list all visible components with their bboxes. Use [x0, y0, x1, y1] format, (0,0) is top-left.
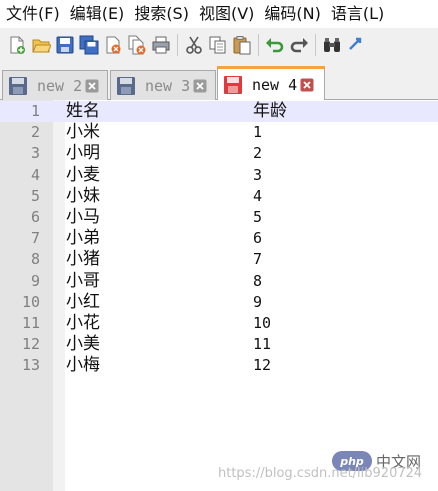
editor-line[interactable]: 8 小猪 7 — [0, 249, 438, 270]
toolbar — [0, 28, 438, 62]
name-cell: 小梅 — [66, 355, 100, 376]
undo-icon[interactable] — [263, 33, 287, 57]
replace-icon[interactable] — [344, 33, 368, 57]
editor-line[interactable]: 12 小美 11 — [0, 334, 438, 355]
line-number: 4 — [30, 165, 40, 184]
unsaved-file-icon — [224, 76, 242, 94]
age-cell: 11 — [253, 335, 272, 354]
editor-line[interactable]: 7 小弟 6 — [0, 228, 438, 249]
name-cell: 小弟 — [66, 228, 100, 249]
tab-close-icon[interactable] — [193, 79, 207, 93]
redo-icon[interactable] — [287, 33, 311, 57]
print-icon[interactable] — [149, 33, 173, 57]
menu-file[interactable]: 文件(F) — [0, 0, 64, 28]
tab-new-2[interactable]: new 2 — [2, 70, 108, 100]
tab-new-3[interactable]: new 3 — [110, 70, 216, 100]
close-icon[interactable] — [101, 33, 125, 57]
name-cell: 小美 — [66, 334, 100, 355]
age-cell: 12 — [253, 356, 272, 375]
menu-edit[interactable]: 编辑(E) — [64, 0, 129, 28]
tab-close-icon[interactable] — [85, 79, 99, 93]
toolbar-separator — [177, 34, 178, 56]
tab-bar: new 2 new 3 new 4 — [0, 62, 438, 101]
tab-close-icon[interactable] — [300, 78, 314, 92]
editor-line[interactable]: 4 小麦 3 — [0, 165, 438, 186]
saved-file-icon — [9, 76, 27, 95]
age-cell: 2 — [253, 144, 263, 163]
age-cell: 7 — [253, 250, 263, 269]
line-number: 11 — [21, 314, 40, 332]
name-cell: 姓名 — [66, 101, 100, 121]
age-cell: 1 — [253, 123, 263, 142]
tab-new-4[interactable]: new 4 — [217, 66, 325, 101]
cut-icon[interactable] — [182, 33, 206, 57]
editor-line[interactable]: 5 小妹 4 — [0, 186, 438, 207]
age-cell: 9 — [253, 292, 263, 311]
editor-line[interactable]: 2 小米 1 — [0, 122, 438, 143]
save-all-icon[interactable] — [77, 33, 101, 57]
line-number: 3 — [30, 144, 40, 163]
new-file-icon[interactable] — [5, 33, 29, 57]
menu-language[interactable]: 语言(L) — [325, 0, 388, 28]
name-cell: 小明 — [66, 143, 100, 164]
line-number: 10 — [21, 292, 40, 311]
editor-line[interactable]: 11 小花 10 — [0, 313, 438, 334]
menu-bar: 文件(F) 编辑(E) 搜索(S) 视图(V) 编码(N) 语言(L) — [0, 0, 438, 28]
text-editor[interactable]: 1 姓名 年龄 2 小米 1 3 小明 2 4 小麦 3 5 小妹 4 6 小马 5 7 小弟 6 8 小猪 7 9 小哥 8 10 小… — [0, 100, 438, 491]
tab-label: new 4 — [252, 76, 298, 94]
toolbar-separator — [258, 34, 259, 56]
menu-search[interactable]: 搜索(S) — [128, 0, 193, 28]
watermark-url: https://blog.csdn.net/lib920724 — [218, 466, 423, 481]
toolbar-separator — [315, 34, 316, 56]
line-number: 9 — [30, 271, 40, 290]
tab-label: new 3 — [145, 76, 191, 95]
find-icon[interactable] — [320, 33, 344, 57]
editor-line[interactable]: 13 小梅 12 — [0, 355, 438, 376]
name-cell: 小红 — [66, 291, 100, 312]
age-cell: 4 — [253, 186, 263, 205]
line-number: 2 — [30, 123, 40, 142]
line-number: 13 — [21, 356, 40, 375]
age-cell: 年龄 — [253, 101, 287, 121]
name-cell: 小麦 — [66, 164, 100, 185]
menu-view[interactable]: 视图(V) — [193, 0, 258, 28]
line-number: 6 — [30, 208, 40, 226]
editor-line[interactable]: 6 小马 5 — [0, 207, 438, 228]
name-cell: 小猪 — [66, 249, 100, 270]
open-file-icon[interactable] — [29, 33, 53, 57]
line-number: 5 — [30, 186, 40, 205]
name-cell: 小花 — [66, 313, 100, 333]
age-cell: 10 — [253, 314, 272, 332]
name-cell: 小哥 — [66, 270, 100, 291]
age-cell: 8 — [253, 271, 263, 290]
editor-line[interactable]: 3 小明 2 — [0, 143, 438, 164]
line-number: 7 — [30, 229, 40, 248]
save-icon[interactable] — [53, 33, 77, 57]
name-cell: 小妹 — [66, 185, 100, 206]
paste-icon[interactable] — [230, 33, 254, 57]
editor-line[interactable]: 9 小哥 8 — [0, 271, 438, 292]
copy-icon[interactable] — [206, 33, 230, 57]
line-number: 12 — [21, 335, 40, 354]
line-number: 1 — [30, 102, 40, 120]
saved-file-icon — [117, 76, 135, 95]
name-cell: 小米 — [66, 122, 100, 143]
close-all-icon[interactable] — [125, 33, 149, 57]
menu-encoding[interactable]: 编码(N) — [258, 0, 324, 28]
name-cell: 小马 — [66, 207, 100, 227]
age-cell: 6 — [253, 229, 263, 248]
age-cell: 5 — [253, 208, 263, 226]
line-number: 8 — [30, 250, 40, 269]
tab-label: new 2 — [37, 76, 83, 95]
age-cell: 3 — [253, 165, 263, 184]
editor-line[interactable]: 10 小红 9 — [0, 292, 438, 313]
editor-line[interactable]: 1 姓名 年龄 — [0, 101, 438, 122]
